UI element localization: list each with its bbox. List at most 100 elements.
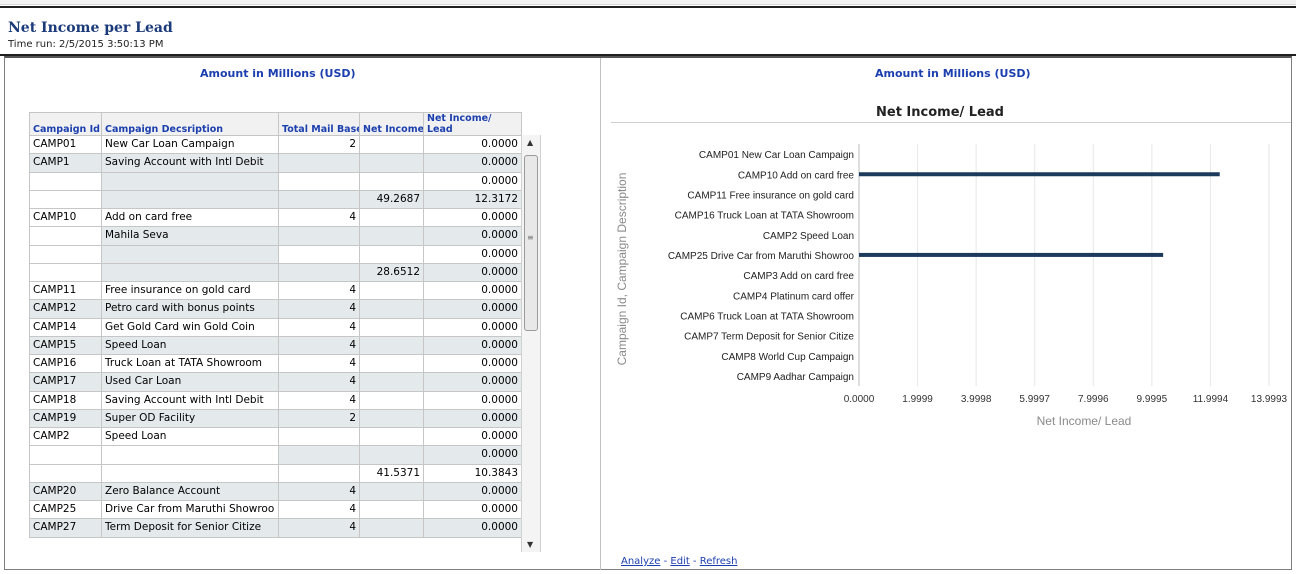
edit-link[interactable]: Edit xyxy=(670,556,689,567)
cell-net-income-per-lead: 0.0000 xyxy=(423,207,522,228)
table-row: CAMP01 New Car Loan Campaign 2 0.0000 xyxy=(29,134,522,155)
table-row: Mahila Seva 0.0000 xyxy=(29,226,522,246)
table-row: CAMP17 Used Car Loan 4 0.0000 xyxy=(29,372,522,392)
cell-net-income-per-lead: 0.0000 xyxy=(423,171,522,191)
cell-net-income-per-lead: 0.0000 xyxy=(423,226,522,246)
cell-mail-base: 4 xyxy=(278,372,360,392)
refresh-link[interactable]: Refresh xyxy=(700,556,738,567)
cell-campaign-id: CAMP17 xyxy=(29,372,102,392)
cell-net-income xyxy=(359,518,424,538)
cell-description: Truck Loan at TATA Showroom xyxy=(101,353,279,374)
table-row: 0.0000 xyxy=(29,445,522,465)
col-header-nil-line2: Lead xyxy=(427,124,453,135)
cell-description: Drive Car from Maruthi Showroo xyxy=(101,499,279,520)
cell-net-income: 41.5371 xyxy=(359,463,424,483)
bar xyxy=(859,252,1164,257)
cell-mail-base xyxy=(278,153,360,173)
cell-net-income xyxy=(359,207,424,228)
cell-net-income-per-lead: 0.0000 xyxy=(423,280,522,301)
cell-mail-base: 4 xyxy=(278,317,360,337)
cell-mail-base xyxy=(278,426,360,447)
cell-net-income xyxy=(359,426,424,447)
cell-net-income xyxy=(359,280,424,301)
cell-campaign-id: CAMP15 xyxy=(29,335,102,356)
cell-campaign-id: CAMP19 xyxy=(29,408,102,429)
cell-net-income: 28.6512 xyxy=(359,262,424,283)
cell-campaign-id: CAMP10 xyxy=(29,207,102,228)
pivot-table-container: Campaign Id Campaign Decsription Total M… xyxy=(29,112,541,552)
table-scrollbar[interactable]: ▲ ≡ ▼ xyxy=(521,135,541,552)
cell-campaign-id xyxy=(29,244,102,264)
cell-net-income xyxy=(359,134,424,155)
x-tick-label: 13.9993 xyxy=(1251,394,1288,405)
col-header-mail-base[interactable]: Total Mail Base xyxy=(278,112,360,136)
cell-mail-base: 4 xyxy=(278,390,360,410)
y-category-label: CAMP11 Free insurance on gold card xyxy=(687,190,854,201)
link-separator: - xyxy=(660,556,671,567)
cell-net-income-per-lead: 0.0000 xyxy=(423,408,522,429)
cell-net-income-per-lead: 10.3843 xyxy=(423,463,522,483)
link-separator: - xyxy=(689,556,700,567)
bar xyxy=(859,172,1220,177)
cell-campaign-id: CAMP2 xyxy=(29,426,102,447)
x-tick-label: 7.9996 xyxy=(1078,394,1109,405)
cell-net-income xyxy=(359,499,424,520)
chart-title-separator xyxy=(611,122,1291,123)
scroll-down-arrow-icon[interactable]: ▼ xyxy=(527,540,533,549)
cell-net-income-per-lead: 0.0000 xyxy=(423,353,522,374)
table-row: 0.0000 xyxy=(29,244,522,264)
table-row: CAMP20 Zero Balance Account 4 0.0000 xyxy=(29,481,522,502)
time-run: Time run: 2/5/2015 3:50:13 PM xyxy=(8,39,164,50)
y-category-label: CAMP7 Term Deposit for Senior Citize xyxy=(684,332,854,343)
cell-mail-base: 4 xyxy=(278,335,360,356)
col-header-net-income-per-lead[interactable]: Net Income/Lead xyxy=(423,112,522,136)
cell-description xyxy=(101,244,279,264)
table-row: CAMP2 Speed Loan 0.0000 xyxy=(29,426,522,447)
top-strip xyxy=(0,0,1296,5)
x-axis-title: Net Income/ Lead xyxy=(1037,414,1132,428)
cell-description: Free insurance on gold card xyxy=(101,280,279,301)
cell-net-income xyxy=(359,317,424,337)
y-category-label: CAMP01 New Car Loan Campaign xyxy=(699,150,854,161)
cell-description: Term Deposit for Senior Citize xyxy=(101,518,279,538)
y-axis-title: Campaign Id, Campaign Description xyxy=(615,173,629,366)
cell-mail-base: 2 xyxy=(278,134,360,155)
cell-campaign-id: CAMP11 xyxy=(29,280,102,301)
cell-net-income-per-lead: 0.0000 xyxy=(423,335,522,356)
cell-net-income-per-lead: 0.0000 xyxy=(423,153,522,173)
cell-description xyxy=(101,189,279,210)
cell-net-income xyxy=(359,171,424,191)
cell-campaign-id: CAMP27 xyxy=(29,518,102,538)
cell-mail-base: 4 xyxy=(278,280,360,301)
y-category-label: CAMP16 Truck Loan at TATA Showroom xyxy=(675,211,854,222)
scroll-thumb[interactable] xyxy=(524,155,538,331)
cell-net-income-per-lead: 0.0000 xyxy=(423,426,522,447)
x-tick-label: 5.9997 xyxy=(1019,394,1050,405)
cell-campaign-id xyxy=(29,262,102,283)
cell-mail-base: 4 xyxy=(278,207,360,228)
table-row: CAMP25 Drive Car from Maruthi Showroo 4 0.0… xyxy=(29,499,522,520)
col-header-campaign-id[interactable]: Campaign Id xyxy=(29,112,102,136)
cell-net-income: 49.2687 xyxy=(359,189,424,210)
col-header-description[interactable]: Campaign Decsription xyxy=(101,112,279,136)
table-row: CAMP16 Truck Loan at TATA Showroom 4 0.0000 xyxy=(29,353,522,374)
y-category-label: CAMP6 Truck Loan at TATA Showroom xyxy=(680,311,854,322)
table-body: CAMP01 New Car Loan Campaign 2 0.0000 CAMP1 S… xyxy=(29,134,522,538)
cell-mail-base: 4 xyxy=(278,299,360,319)
cell-campaign-id: CAMP12 xyxy=(29,299,102,319)
right-subtitle: Amount in Millions (USD) xyxy=(875,67,1031,80)
cell-campaign-id xyxy=(29,445,102,465)
cell-net-income xyxy=(359,390,424,410)
y-category-label: CAMP3 Add on card free xyxy=(743,271,854,282)
col-header-net-income[interactable]: Net Income xyxy=(359,112,424,136)
scroll-up-arrow-icon[interactable]: ▲ xyxy=(527,138,533,147)
pivot-table: Campaign Id Campaign Decsription Total M… xyxy=(29,112,522,538)
table-row: CAMP1 Saving Account with Intl Debit 0.000… xyxy=(29,153,522,173)
report-title: Net Income per Lead xyxy=(8,20,173,36)
cell-description xyxy=(101,463,279,483)
cell-description: Mahila Seva xyxy=(101,226,279,246)
analyze-link[interactable]: Analyze xyxy=(621,556,660,567)
cell-net-income-per-lead: 0.0000 xyxy=(423,262,522,283)
cell-description: Used Car Loan xyxy=(101,372,279,392)
cell-campaign-id: CAMP20 xyxy=(29,481,102,502)
